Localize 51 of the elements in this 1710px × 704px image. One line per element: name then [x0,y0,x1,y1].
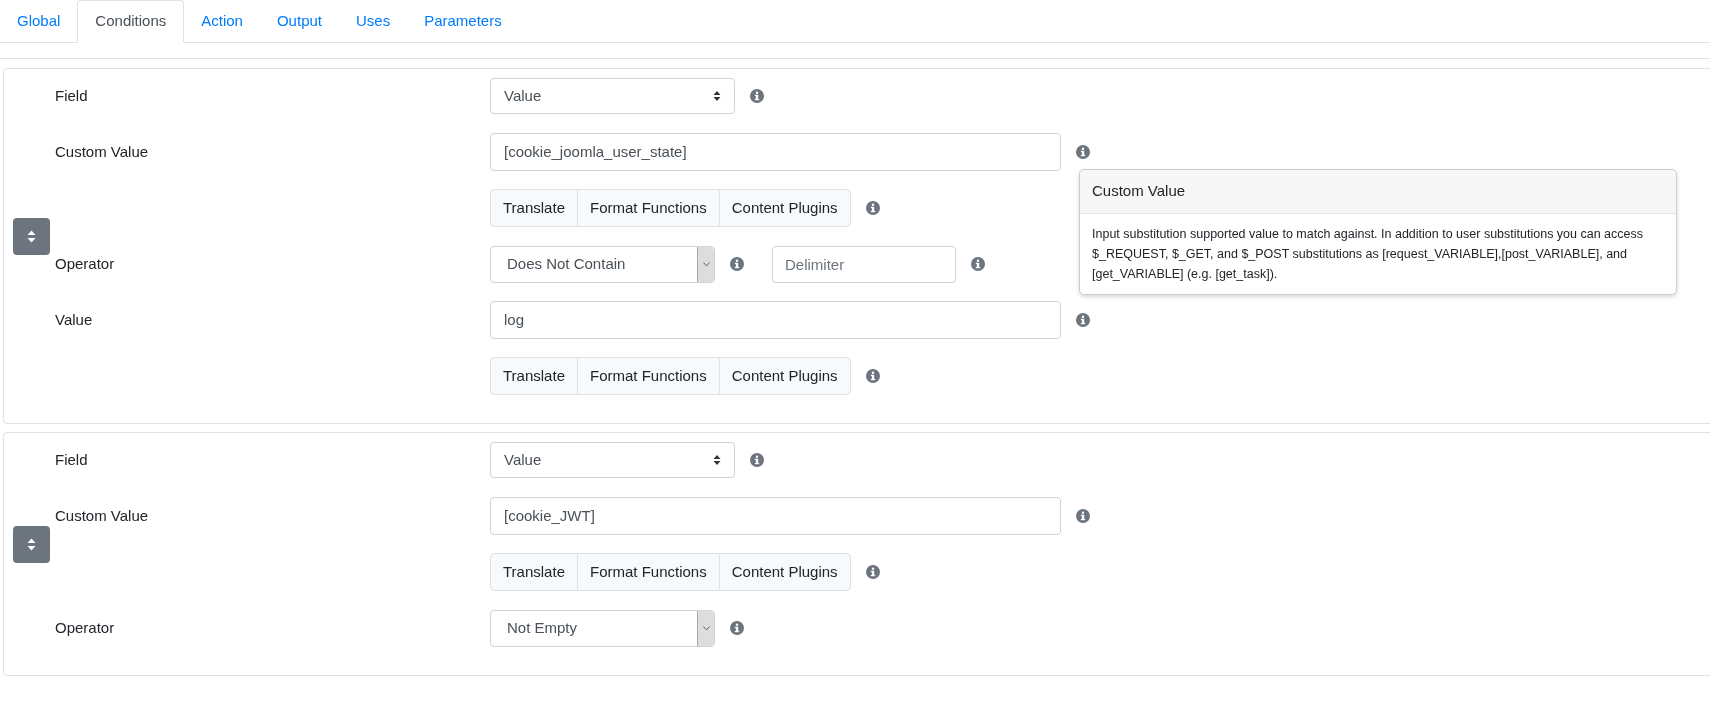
info-icon[interactable] [730,257,744,271]
info-icon[interactable] [865,565,880,579]
tab[interactable]: Action [184,0,260,42]
sort-handle-button[interactable] [13,525,50,563]
field-label: Field [55,87,88,104]
tab[interactable]: Uses [339,0,408,42]
tooltip-text: Input substitution supported value to match against. In addition to user substitutions you can access $_REQUEST, $_GET, and $_POST substitutions as [request_VARIABLE],[post_VARIABLE], and [get_VARIABLE] (e.g. [get_task]). [1091,225,1645,283]
delimiter-input[interactable]: Delimiter [772,245,956,283]
toolbar-button[interactable]: Content Plugins [718,357,851,395]
toolbar-button[interactable]: Format Functions [577,357,720,395]
info-icon[interactable] [971,257,985,271]
text-input[interactable]: [cookie_JWT] [490,497,1061,535]
info-icon[interactable] [1076,509,1090,523]
info-icon[interactable] [750,89,764,103]
select-field[interactable]: Value [490,78,735,114]
info-icon[interactable] [730,621,744,635]
toolbar-button[interactable]: Translate [490,357,578,395]
toolbar-button[interactable]: Content Plugins [718,553,851,591]
field-label: Operator [55,619,115,636]
tab[interactable]: Global [0,0,78,42]
tab[interactable]: Conditions [77,0,185,43]
sort-handle-button[interactable] [13,217,50,255]
text-input[interactable]: [cookie_joomla_user_state] [490,133,1061,171]
info-icon[interactable] [1076,313,1090,327]
info-icon[interactable] [750,453,764,467]
up-down-caret-icon [713,90,721,102]
field-label: Custom Value [55,143,149,160]
up-down-caret-icon [27,537,36,551]
info-icon[interactable] [865,369,880,383]
tab[interactable]: Parameters [407,0,519,42]
up-down-caret-icon [713,454,721,466]
chevron-down-icon [697,610,714,646]
toolbar-button[interactable]: Format Functions [577,189,720,227]
tab[interactable]: Output [259,0,339,42]
dropdown-field[interactable]: Not Empty [490,609,715,647]
field-label: Value [55,311,93,328]
field-label: Operator [55,255,115,272]
info-icon[interactable] [1076,145,1090,159]
chevron-down-icon [697,246,714,282]
field-label: Field [55,451,88,468]
select-field[interactable]: Value [490,442,735,478]
dropdown-field[interactable]: Does Not Contain [490,245,715,283]
toolbar-button[interactable]: Translate [490,553,578,591]
text-input[interactable]: log [490,301,1061,339]
up-down-caret-icon [27,229,36,243]
toolbar-button[interactable]: Translate [490,189,578,227]
toolbar-button[interactable]: Content Plugins [718,189,851,227]
toolbar-button[interactable]: Format Functions [577,553,720,591]
field-label: Custom Value [55,507,149,524]
info-icon[interactable] [865,201,880,215]
tooltip-title: Custom Value [1080,170,1676,214]
